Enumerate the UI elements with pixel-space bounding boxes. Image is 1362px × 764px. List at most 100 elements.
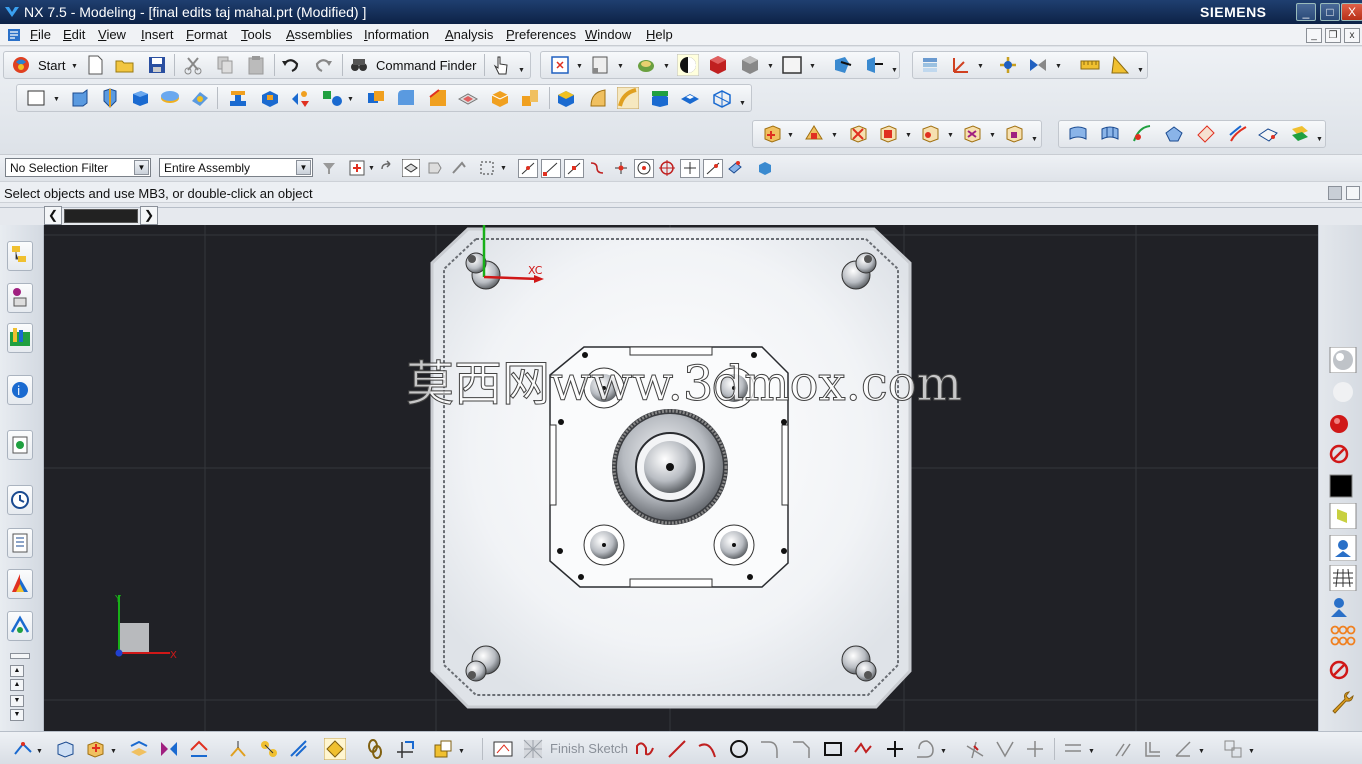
shell-icon[interactable] (457, 87, 479, 109)
resize-blend-icon[interactable] (919, 123, 941, 145)
trim-body-icon[interactable] (555, 87, 577, 109)
menu-insert[interactable]: Insert (141, 27, 174, 42)
start-button[interactable]: Start (38, 58, 65, 73)
revolve-icon[interactable] (99, 87, 121, 109)
measure-distance-icon[interactable] (1079, 54, 1101, 76)
minimize-button[interactable]: _ (1296, 3, 1316, 21)
process-studio-tab[interactable] (7, 569, 33, 599)
new-file-icon[interactable] (84, 54, 106, 76)
snap-arc-center-button[interactable] (634, 159, 654, 178)
resbar-scroll-down-button[interactable]: ▼ (10, 709, 24, 721)
background-icon[interactable] (781, 54, 803, 76)
chamfer-curve-icon[interactable] (790, 738, 812, 760)
person-light-icon[interactable] (1329, 595, 1357, 621)
project-curve-icon[interactable] (128, 738, 150, 760)
shaded-sphere-icon[interactable] (677, 54, 699, 76)
reset-filter-icon[interactable] (378, 159, 396, 177)
intersection-point-icon[interactable] (258, 738, 280, 760)
snap-endpoint2-button[interactable] (541, 159, 561, 178)
split-body-icon[interactable] (649, 87, 671, 109)
snap-point-on-curve-button[interactable] (703, 159, 723, 178)
perpendicular-constraint-icon[interactable] (1142, 738, 1164, 760)
make-corner-icon[interactable] (1024, 738, 1046, 760)
model-viewport[interactable]: 莫西网www.3dmox.com XC Y X (44, 225, 1318, 731)
sew-icon[interactable] (1289, 123, 1311, 145)
snap-intersection-icon[interactable] (612, 159, 630, 177)
pad-icon[interactable] (289, 87, 311, 109)
mirror-body-icon[interactable] (711, 87, 733, 109)
type-filter-dropdown[interactable]: No Selection Filter ▼ (5, 158, 151, 177)
through-mesh-icon[interactable] (1099, 123, 1121, 145)
menu-window[interactable]: Window (585, 27, 631, 42)
paste-icon[interactable] (245, 54, 267, 76)
menu-tools[interactable]: Tools (241, 27, 271, 42)
offset-curve-icon[interactable] (84, 738, 106, 760)
trim-recipe-icon[interactable] (188, 738, 210, 760)
resbar-scroll-up-button[interactable]: ▲ (10, 665, 24, 677)
apply-material-icon[interactable] (1329, 503, 1357, 529)
roles-tab[interactable] (7, 611, 33, 641)
box-select-icon[interactable] (54, 738, 76, 760)
offset-curve-sketch-icon[interactable] (1062, 738, 1084, 760)
menu-view[interactable]: View (98, 27, 126, 42)
sketch-icon[interactable] (492, 738, 514, 760)
hd3d-tools-tab[interactable] (7, 430, 33, 460)
stage-grid-icon[interactable] (1329, 565, 1357, 591)
color-swatch-icon[interactable] (1329, 473, 1357, 499)
no-material-icon[interactable] (1329, 441, 1357, 467)
menu-help[interactable]: Help (646, 27, 673, 42)
convert-reference-icon[interactable] (432, 738, 454, 760)
line-icon[interactable] (666, 738, 688, 760)
derived-lines-icon[interactable] (288, 738, 310, 760)
mirror-curve-icon[interactable] (158, 738, 180, 760)
constrain-face-icon[interactable] (961, 123, 983, 145)
studio-surface-icon[interactable] (1195, 123, 1217, 145)
transform-icon[interactable] (1027, 54, 1049, 76)
menu-information[interactable]: Information (364, 27, 429, 42)
move-object-icon[interactable] (997, 54, 1019, 76)
rectangle-icon[interactable] (822, 738, 844, 760)
select-face-icon[interactable] (426, 159, 444, 177)
fit-icon[interactable] (549, 54, 571, 76)
menu-assemblies[interactable]: Assemblies (286, 27, 352, 42)
face-blend-icon[interactable] (617, 87, 639, 109)
reuse-library-tab[interactable]: i (7, 375, 33, 405)
selection-scope-dropdown[interactable]: Entire Assembly ▼ (159, 158, 313, 177)
chevron-down-icon[interactable]: ▼ (134, 160, 149, 175)
swept-icon[interactable] (1131, 123, 1153, 145)
wrench-icon[interactable] (1329, 689, 1357, 715)
copy-icon[interactable] (214, 54, 236, 76)
menu-file[interactable]: File (30, 27, 51, 42)
doc-restore-button[interactable]: ❐ (1325, 28, 1341, 43)
fillet-icon[interactable] (758, 738, 780, 760)
part-navigator-tab[interactable] (7, 323, 33, 353)
arc-icon[interactable] (696, 738, 718, 760)
edge-blend-icon[interactable] (395, 87, 417, 109)
alternate-solution-icon[interactable] (1222, 738, 1244, 760)
extrude-icon[interactable] (69, 87, 91, 109)
doc-close-button[interactable]: x (1344, 28, 1360, 43)
graphics-window[interactable]: 莫西网www.3dmox.com XC Y X (44, 225, 1318, 731)
open-folder-icon[interactable] (114, 54, 136, 76)
select-body-icon[interactable] (402, 159, 420, 177)
wcs-icon[interactable] (949, 54, 971, 76)
draft-icon[interactable] (587, 87, 609, 109)
chamfer-icon[interactable] (427, 87, 449, 109)
constraint-icon[interactable] (364, 738, 386, 760)
curve-tools-icon[interactable] (12, 738, 34, 760)
resbar-scroll-handle[interactable] (10, 653, 30, 659)
doc-minimize-button[interactable]: _ (1306, 28, 1322, 43)
lights-icon[interactable] (1329, 535, 1357, 561)
decal-icon[interactable] (1329, 623, 1357, 649)
delete-face-icon[interactable] (847, 123, 869, 145)
pattern-curve-icon[interactable] (228, 738, 250, 760)
hole-icon[interactable] (189, 87, 211, 109)
constraint-navigator-tab[interactable] (7, 283, 33, 313)
light-sphere-icon[interactable] (1329, 379, 1357, 405)
tab-scroll-right-button[interactable]: ❯ (140, 206, 158, 225)
assembly-navigator-tab[interactable] (7, 241, 33, 271)
general-selection-filter-icon[interactable] (320, 159, 338, 177)
snap-bounded-grid-icon[interactable] (756, 159, 774, 177)
offset-region-icon[interactable] (1003, 123, 1025, 145)
offset-face-icon[interactable] (519, 87, 541, 109)
